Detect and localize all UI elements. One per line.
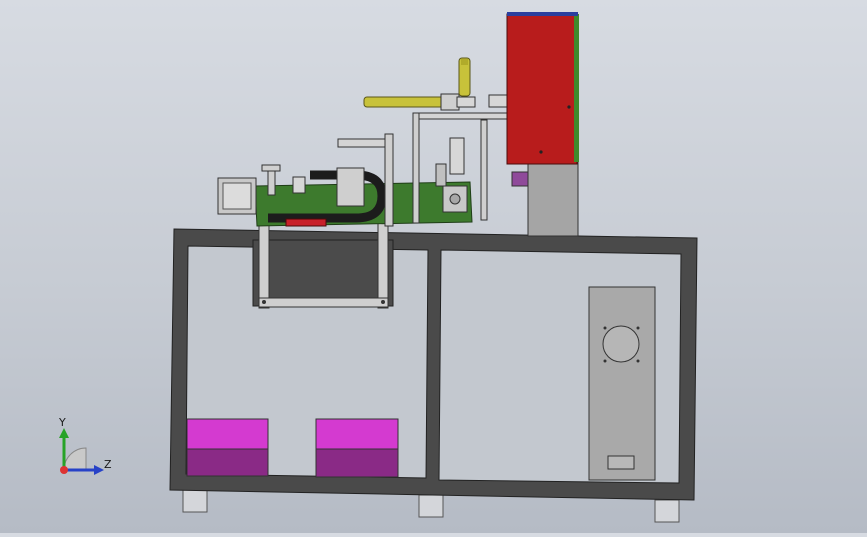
top-mechanism: [217, 57, 510, 227]
orientation-triad: Y Z: [58, 416, 112, 475]
magenta-box-left: [186, 418, 269, 477]
magenta-box-right: [315, 418, 399, 478]
triad-z-label: Z: [104, 458, 112, 471]
triad-y-label: Y: [58, 416, 66, 429]
cabinet-panel: [588, 286, 656, 481]
enclosure-tower: [506, 12, 579, 237]
cad-viewport[interactable]: Y Z: [0, 0, 867, 533]
